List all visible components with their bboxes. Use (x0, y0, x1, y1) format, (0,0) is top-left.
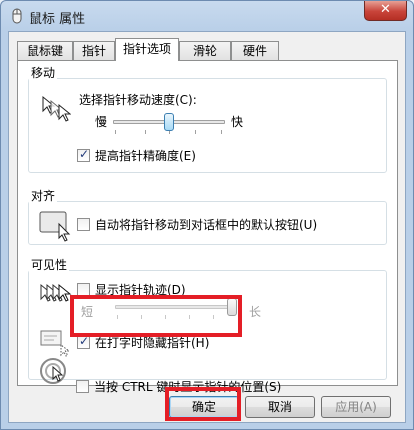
tab-buttons[interactable]: 鼠标键 (17, 41, 73, 60)
show-location-icon (40, 358, 66, 384)
pointer-options-panel: 移动 选择指针移动速度(C): 慢 快 提高指针精确度(E) (17, 60, 398, 394)
hide-while-typing-checkbox[interactable] (77, 334, 90, 349)
dialog-client: 鼠标键 指针 指针选项 滑轮 硬件 移动 选择指针移动速度(C): 慢 快 ✓ … (8, 31, 406, 423)
snap-to-button-icon (39, 211, 71, 242)
snap-to-checkbox[interactable] (77, 218, 90, 231)
enhance-precision-checkbox[interactable] (77, 147, 90, 162)
speed-tick (195, 130, 196, 134)
speed-tick (145, 130, 146, 134)
pointer-trails-icon (40, 283, 72, 302)
close-button[interactable]: ✕ (364, 1, 407, 21)
motion-group: 移动 选择指针移动速度(C): 慢 快 提高指针精确度(E) (28, 64, 387, 173)
cancel-button[interactable]: 取消 (245, 396, 315, 418)
tab-pointer-options[interactable]: 指针选项 (115, 38, 179, 61)
apply-button[interactable]: 应用(A) (321, 396, 391, 418)
long-label: 长 (249, 305, 262, 319)
enhance-precision-row[interactable]: 提高指针精确度(E) (77, 147, 196, 164)
hide-while-typing-icon (40, 330, 71, 357)
tab-wheel[interactable]: 滑轮 (179, 41, 231, 60)
mouse-properties-window: 鼠标 属性 ✕ 鼠标键 指针 指针选项 滑轮 硬件 移动 选择指针移动速度(C)… (0, 0, 414, 430)
highlight-hide-while-typing (70, 295, 242, 337)
tab-pointers[interactable]: 指针 (73, 41, 115, 60)
snap-group: 对齐 自动将指针移动到对话框中的默认按钮(U) (28, 187, 387, 245)
window-title: 鼠标 属性 (29, 12, 86, 27)
visibility-group-label: 可见性 (29, 256, 70, 273)
speed-slider-thumb[interactable] (164, 113, 174, 131)
apply-button-label: 应用(A) (335, 400, 377, 414)
speed-tick (115, 130, 116, 134)
close-icon: ✕ (380, 2, 391, 17)
fast-label: 快 (231, 115, 244, 129)
show-ctrl-checkbox[interactable] (76, 380, 89, 393)
snap-group-label: 对齐 (29, 187, 58, 204)
snap-to-label: 自动将指针移动到对话框中的默认按钮(U) (95, 218, 318, 232)
speed-tick (221, 130, 222, 134)
tab-hardware[interactable]: 硬件 (231, 41, 279, 60)
motion-group-label: 移动 (29, 64, 58, 81)
mouse-icon (12, 8, 22, 24)
enhance-precision-label: 提高指针精确度(E) (95, 149, 196, 163)
snap-to-row[interactable]: 自动将指针移动到对话框中的默认按钮(U) (77, 216, 317, 233)
highlight-ok-button (165, 387, 241, 421)
pointer-speed-icon (42, 95, 71, 122)
slow-label: 慢 (95, 115, 108, 129)
title-bar: 鼠标 属性 ✕ (1, 1, 413, 31)
speed-label: 选择指针移动速度(C): (79, 93, 197, 107)
